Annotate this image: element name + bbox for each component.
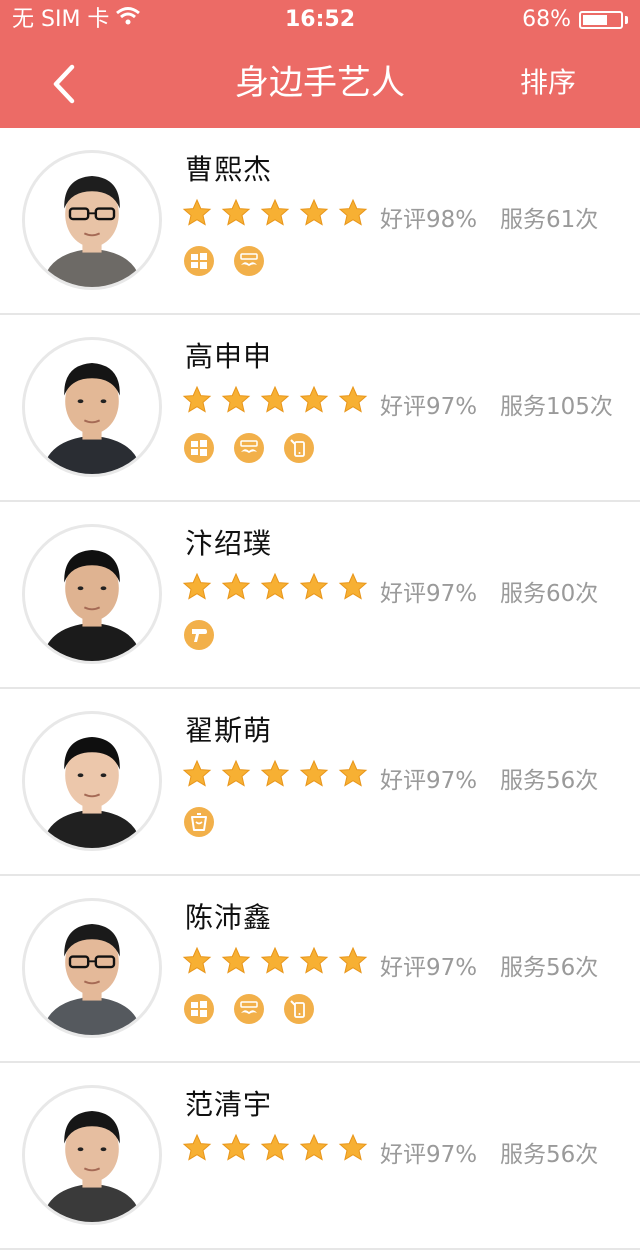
- star-rating: [182, 759, 368, 789]
- service-count: 服务56次: [500, 768, 599, 794]
- star-icon: [299, 759, 329, 789]
- windows-icon: [184, 433, 214, 463]
- list-item[interactable]: 陈沛鑫好评97% 服务56次: [0, 876, 640, 1063]
- star-icon: [338, 572, 368, 602]
- star-icon: [299, 198, 329, 228]
- star-icon: [260, 198, 290, 228]
- avatar: [22, 711, 162, 851]
- star-rating: [182, 572, 368, 602]
- windows-icon: [184, 246, 214, 276]
- star-icon: [260, 572, 290, 602]
- list-item[interactable]: 曹熙杰好评98% 服务61次: [0, 128, 640, 315]
- star-icon: [260, 759, 290, 789]
- star-icon: [221, 1133, 251, 1163]
- star-icon: [221, 946, 251, 976]
- star-icon: [338, 759, 368, 789]
- artisan-name: 范清宇: [185, 1088, 273, 1121]
- skill-icons: [184, 994, 314, 1024]
- star-icon: [299, 385, 329, 415]
- list-item[interactable]: 汴绍璞好评97% 服务60次: [0, 502, 640, 689]
- artisan-name: 曹熙杰: [185, 153, 273, 186]
- hairdryer-icon: [184, 620, 214, 650]
- star-icon: [182, 1133, 212, 1163]
- back-button[interactable]: [40, 58, 88, 110]
- phone-repair-icon: [284, 994, 314, 1024]
- list-item[interactable]: 范清宇好评97% 服务56次: [0, 1063, 640, 1250]
- artisan-name: 翟斯萌: [185, 714, 273, 747]
- positive-rating: 好评97%: [380, 768, 478, 794]
- artisan-name: 陈沛鑫: [185, 901, 273, 934]
- star-icon: [260, 1133, 290, 1163]
- battery-group: 68%: [522, 0, 628, 40]
- mustache-icon: [234, 246, 264, 276]
- battery-percent: 68%: [522, 7, 571, 32]
- star-icon: [182, 198, 212, 228]
- star-icon: [338, 385, 368, 415]
- star-rating: [182, 946, 368, 976]
- list-item[interactable]: 翟斯萌好评97% 服务56次: [0, 689, 640, 876]
- battery-icon: [579, 11, 623, 29]
- avatar: [22, 150, 162, 290]
- positive-rating: 好评97%: [380, 394, 478, 420]
- star-icon: [221, 572, 251, 602]
- star-rating: [182, 1133, 368, 1163]
- star-icon: [299, 572, 329, 602]
- star-icon: [221, 198, 251, 228]
- skill-icons: [184, 246, 264, 276]
- positive-rating: 好评97%: [380, 955, 478, 981]
- star-icon: [338, 946, 368, 976]
- positive-rating: 好评98%: [380, 207, 478, 233]
- service-count: 服务56次: [500, 955, 599, 981]
- phone-repair-icon: [284, 433, 314, 463]
- chevron-left-icon: [53, 64, 75, 104]
- star-rating: [182, 385, 368, 415]
- star-icon: [260, 946, 290, 976]
- status-bar: 无 SIM 卡 16:52 68%: [0, 0, 640, 40]
- avatar: [22, 524, 162, 664]
- nav-bar: 身边手艺人 排序: [0, 40, 640, 128]
- star-icon: [299, 946, 329, 976]
- list-item[interactable]: 高申申好评97% 服务105次: [0, 315, 640, 502]
- avatar: [22, 337, 162, 477]
- service-count: 服务56次: [500, 1142, 599, 1168]
- star-icon: [182, 946, 212, 976]
- skill-icons: [184, 433, 314, 463]
- artisan-name: 汴绍璞: [185, 527, 273, 560]
- star-rating: [182, 198, 368, 228]
- windows-icon: [184, 994, 214, 1024]
- star-icon: [221, 385, 251, 415]
- star-icon: [221, 759, 251, 789]
- artisan-list: 曹熙杰 好评98% 服务61次 高申申 好评97% 服务105次 汴绍璞 好评97% 服务60次…: [0, 128, 640, 1250]
- avatar: [22, 1085, 162, 1225]
- star-icon: [338, 198, 368, 228]
- skill-icons: [184, 807, 214, 837]
- service-count: 服务105次: [500, 394, 613, 420]
- mustache-icon: [234, 994, 264, 1024]
- service-count: 服务60次: [500, 581, 599, 607]
- star-icon: [182, 385, 212, 415]
- positive-rating: 好评97%: [380, 581, 478, 607]
- mustache-icon: [234, 433, 264, 463]
- star-icon: [338, 1133, 368, 1163]
- star-icon: [182, 759, 212, 789]
- star-icon: [182, 572, 212, 602]
- star-icon: [299, 1133, 329, 1163]
- skill-icons: [184, 620, 214, 650]
- positive-rating: 好评97%: [380, 1142, 478, 1168]
- avatar: [22, 898, 162, 1038]
- sort-button[interactable]: 排序: [520, 40, 576, 128]
- artisan-name: 高申申: [185, 340, 273, 373]
- star-icon: [260, 385, 290, 415]
- header: 无 SIM 卡 16:52 68% 身边手艺人 排序: [0, 0, 640, 128]
- service-count: 服务61次: [500, 207, 599, 233]
- battery-nub: [625, 16, 628, 24]
- cup-icon: [184, 807, 214, 837]
